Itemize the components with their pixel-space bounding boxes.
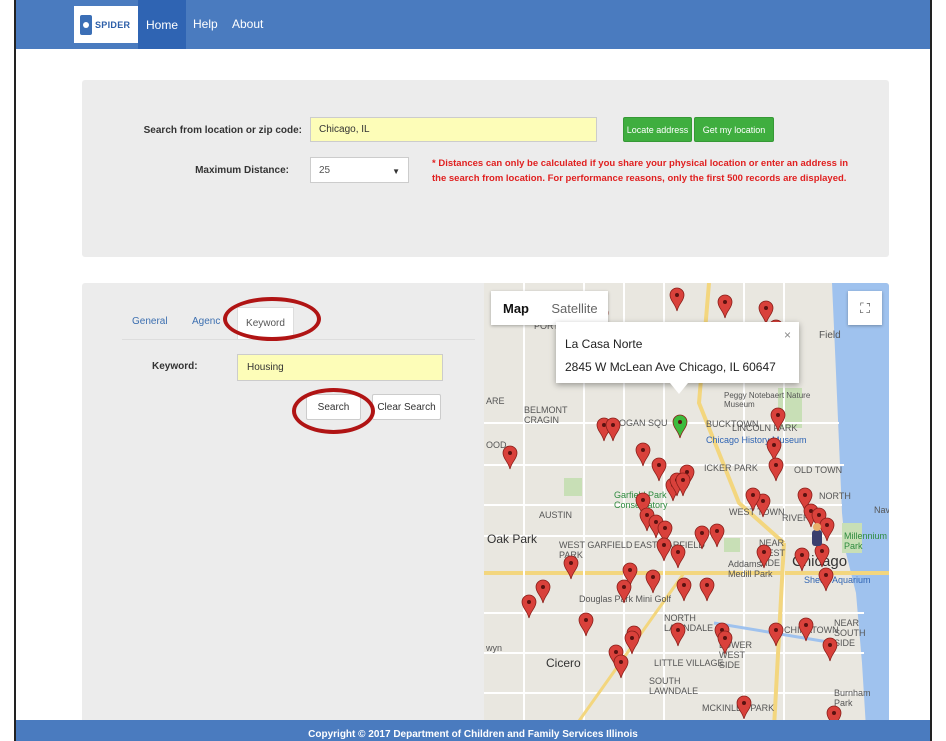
map-marker-icon[interactable] (645, 569, 661, 594)
distance-select[interactable]: 25 ▼ (310, 157, 409, 183)
map-marker-icon[interactable] (521, 594, 537, 619)
map-marker-icon[interactable] (794, 547, 810, 572)
map-marker-icon[interactable] (613, 654, 629, 679)
map-marker-icon[interactable] (578, 612, 594, 637)
map-marker-icon[interactable] (818, 567, 834, 592)
map-marker-icon[interactable] (656, 537, 672, 562)
keyword-input[interactable]: Housing (237, 354, 443, 381)
map-marker-icon[interactable] (670, 544, 686, 569)
map-marker-icon[interactable] (798, 617, 814, 642)
map-marker-icon[interactable] (768, 622, 784, 647)
map-marker-icon[interactable] (605, 417, 621, 442)
map-marker-icon[interactable] (770, 407, 786, 432)
map-marker-icon[interactable] (616, 579, 632, 604)
annotation-circle-search-button (292, 388, 375, 434)
map-marker-icon[interactable] (766, 437, 782, 462)
distance-label: Maximum Distance: (195, 165, 289, 176)
search-panel: Search from location or zip code: Chicag… (82, 80, 889, 257)
map-marker-icon[interactable] (502, 445, 518, 470)
map-marker-icon[interactable] (694, 525, 710, 550)
annotation-circle-keyword-tab (223, 297, 321, 341)
map-marker-icon[interactable] (651, 457, 667, 482)
map-marker-icon[interactable] (819, 517, 835, 542)
map-type-map-button[interactable]: Map (491, 291, 541, 325)
dropdown-caret-icon: ▼ (392, 167, 400, 176)
map-marker-icon[interactable] (758, 300, 774, 325)
map-view[interactable]: PORTAGE BELMONT CRAGIN Peggy Notebaert N… (484, 283, 889, 728)
top-navbar: SPIDER Home Help About (16, 0, 930, 49)
map-marker-icon[interactable] (768, 457, 784, 482)
map-marker-icon[interactable] (736, 695, 752, 720)
map-marker-icon[interactable] (624, 630, 640, 655)
map-marker-icon[interactable] (676, 577, 692, 602)
map-marker-icon[interactable] (717, 630, 733, 655)
illinois-icon (80, 14, 92, 35)
map-marker-icon[interactable] (717, 294, 733, 319)
info-window-tail (670, 383, 688, 394)
nav-home[interactable]: Home (138, 0, 186, 49)
distance-note: * Distances can only be calculated if yo… (432, 158, 849, 184)
map-marker-icon[interactable] (563, 555, 579, 580)
street-view-person-icon[interactable] (812, 523, 822, 546)
locate-address-button[interactable]: Locate address (623, 117, 692, 142)
map-marker-icon[interactable] (756, 544, 772, 569)
map-type-satellite-button[interactable]: Satellite (541, 291, 608, 325)
nav-help[interactable]: Help (193, 17, 218, 31)
results-panel: General Agenc Keyword Keyword: Housing S… (82, 283, 889, 728)
map-type-control: Map Satellite (491, 291, 608, 325)
brand-name: SPIDER (95, 19, 131, 30)
map-marker-icon[interactable] (669, 287, 685, 312)
get-my-location-button[interactable]: Get my location (694, 117, 774, 142)
map-marker-icon[interactable] (709, 523, 725, 548)
map-marker-icon[interactable] (635, 442, 651, 467)
map-marker-icon[interactable] (822, 637, 838, 662)
info-window: La Casa Norte 2845 W McLean Ave Chicago,… (556, 322, 799, 383)
clear-search-button[interactable]: Clear Search (372, 394, 441, 420)
close-icon[interactable]: × (784, 328, 791, 342)
tab-agency[interactable]: Agenc (192, 316, 220, 327)
location-input[interactable]: Chicago, IL (310, 117, 597, 142)
footer: Copyright © 2017 Department of Children … (16, 720, 930, 741)
distance-value: 25 (319, 164, 331, 176)
browser-page: SPIDER Home Help About Search from locat… (14, 0, 932, 741)
map-marker-icon[interactable] (535, 579, 551, 604)
nav-about[interactable]: About (232, 17, 263, 31)
keyword-label: Keyword: (152, 361, 198, 372)
info-address: 2845 W McLean Ave Chicago, IL 60647 (565, 360, 776, 374)
fullscreen-icon[interactable]: ⛶ (848, 291, 882, 325)
map-marker-icon[interactable] (699, 577, 715, 602)
location-label: Search from location or zip code: (143, 125, 302, 136)
tab-general[interactable]: General (132, 316, 168, 327)
map-marker-icon[interactable] (814, 543, 830, 568)
info-title: La Casa Norte (565, 337, 643, 351)
brand-logo-link[interactable]: SPIDER (74, 6, 138, 43)
map-marker-icon[interactable] (670, 622, 686, 647)
selected-marker-icon[interactable] (672, 414, 688, 439)
